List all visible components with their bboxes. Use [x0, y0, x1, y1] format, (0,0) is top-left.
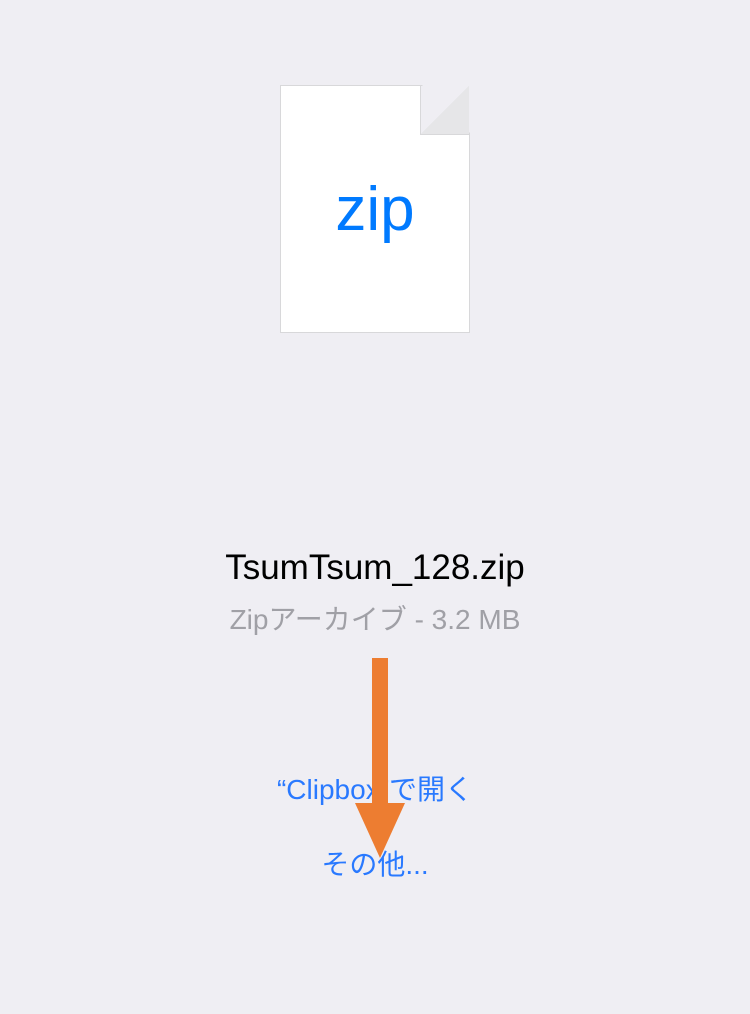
page-fold-icon — [422, 85, 470, 133]
file-icon-label: zip — [335, 174, 414, 245]
zip-file-icon: zip — [280, 85, 470, 333]
file-meta: Zipアーカイブ - 3.2 MB — [225, 598, 525, 638]
file-name: TsumTsum_128.zip — [225, 548, 525, 588]
actions: “Clipbox”で開く その他... — [277, 768, 473, 918]
file-info: TsumTsum_128.zip Zipアーカイブ - 3.2 MB — [225, 548, 525, 638]
more-options-button[interactable]: その他... — [277, 843, 473, 883]
open-in-clipbox-button[interactable]: “Clipbox”で開く — [277, 768, 473, 808]
file-icon-wrapper: zip — [280, 85, 470, 333]
